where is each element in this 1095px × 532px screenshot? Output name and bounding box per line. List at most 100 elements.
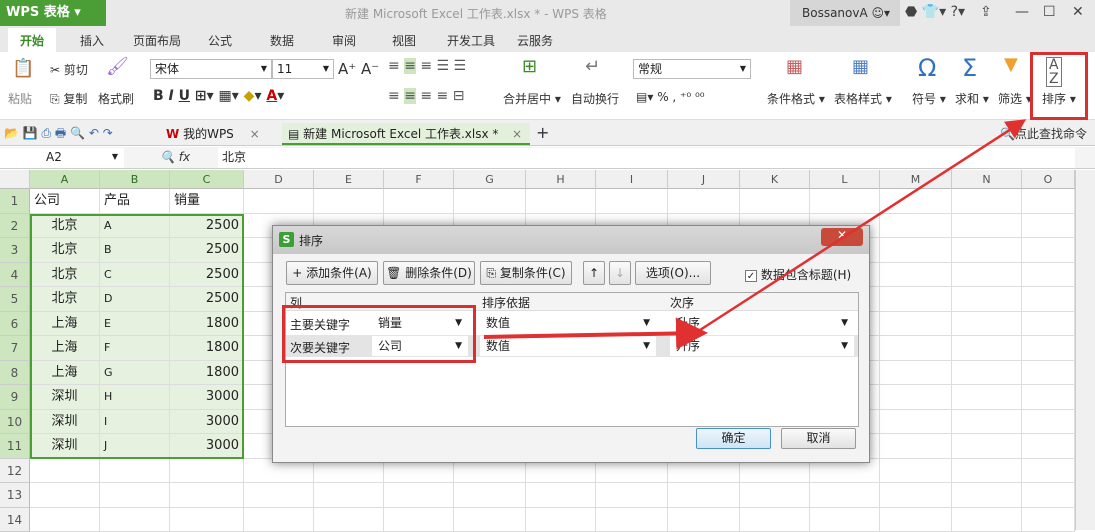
row-header[interactable]: 2 [0,214,30,239]
move-down-button[interactable]: ↓ [609,261,631,285]
basis-select[interactable]: 数值▼ [480,313,656,333]
cell[interactable]: 2500 [170,263,244,288]
has-header-checkbox[interactable]: ✓ 数据包含标题(H) [745,266,851,283]
wrap-text-button[interactable]: 自动换行 [571,90,619,107]
cell[interactable] [170,508,244,532]
cell[interactable] [810,508,880,532]
cell[interactable] [100,459,170,484]
cell[interactable] [314,508,384,532]
ok-button[interactable]: 确定 [696,428,771,449]
paste-icon[interactable]: 📋 [12,58,34,79]
paste-button[interactable]: 粘贴 [8,90,32,107]
format-painter-icon[interactable]: 🖌 [106,56,129,77]
cell[interactable] [952,459,1022,484]
conditional-format-button[interactable]: 条件格式 ▾ [767,90,825,107]
cell[interactable] [170,459,244,484]
cell[interactable]: C [100,263,170,288]
row-header[interactable]: 12 [0,459,30,484]
tab-view[interactable]: 视图 [392,32,416,49]
cell[interactable] [880,361,952,386]
column-header-M[interactable]: M [880,170,952,189]
cell[interactable] [244,483,314,508]
table-style-button[interactable]: 表格样式 ▾ [834,90,892,107]
merge-icon[interactable]: ⊞ [522,56,537,77]
cell[interactable] [526,189,596,214]
vertical-scrollbar[interactable] [1075,170,1095,530]
row-header[interactable]: 10 [0,410,30,435]
percent-button[interactable]: ▤▾ % , ⁺⁰ ⁰⁰ [636,90,705,104]
cell[interactable] [526,508,596,532]
cell[interactable]: 3000 [170,434,244,459]
cell[interactable]: 北京 [30,263,100,288]
number-format-select[interactable]: 常规▼ [633,59,751,79]
cell[interactable]: 1800 [170,336,244,361]
conditional-format-icon[interactable]: ▦ [786,56,803,77]
cell[interactable] [30,508,100,532]
filter-icon[interactable]: ▼ [1004,54,1018,75]
sigma-icon[interactable]: Σ [962,54,977,82]
cell[interactable] [952,189,1022,214]
close-button[interactable]: ✕ [1072,4,1084,20]
wrap-icon[interactable]: ↵ [585,56,600,77]
cell[interactable]: 1800 [170,361,244,386]
cell[interactable] [740,508,810,532]
cell[interactable] [596,483,668,508]
cell[interactable]: A [100,214,170,239]
tab-review[interactable]: 审阅 [332,32,356,49]
row-header[interactable]: 3 [0,238,30,263]
cell[interactable] [880,214,952,239]
tab-developer[interactable]: 开发工具 [447,32,495,49]
close-tab-icon[interactable]: × [250,127,260,141]
cell[interactable] [952,287,1022,312]
column-header-L[interactable]: L [810,170,880,189]
cell[interactable] [668,508,740,532]
horizontal-align-icons[interactable]: ≡ ≡ ≡ ≡ ⊟ [388,88,464,104]
quick-access-icons[interactable]: 📂 💾 ⎙ 🖶 🔍 ↶ ↷ [4,124,113,145]
cell[interactable] [880,483,952,508]
add-condition-button[interactable]: + 添加条件(A) [286,261,378,285]
row-header[interactable]: 7 [0,336,30,361]
column-header-J[interactable]: J [668,170,740,189]
cell[interactable] [454,508,526,532]
merge-center-button[interactable]: 合并居中 ▾ [503,90,561,107]
app-menu-button[interactable]: WPS 表格 ▾ [0,0,106,26]
column-header-F[interactable]: F [384,170,454,189]
cell[interactable] [668,483,740,508]
cell[interactable] [1022,434,1075,459]
cell[interactable] [1022,312,1075,337]
new-tab-icon[interactable]: + [536,123,549,142]
select-all-corner[interactable] [0,170,30,189]
column-header-O[interactable]: O [1022,170,1075,189]
cell[interactable] [668,189,740,214]
cell[interactable] [454,483,526,508]
cell[interactable] [100,483,170,508]
options-button[interactable]: 选项(O)... [635,261,711,285]
cell[interactable] [1022,238,1075,263]
cell[interactable]: 北京 [30,214,100,239]
cell[interactable]: 北京 [30,238,100,263]
column-header-B[interactable]: B [100,170,170,189]
cell[interactable] [30,459,100,484]
cell[interactable]: G [100,361,170,386]
cell[interactable] [1022,410,1075,435]
cell[interactable] [384,508,454,532]
order-select[interactable]: 升序▼ [670,313,854,333]
cell[interactable] [952,483,1022,508]
cell[interactable] [952,214,1022,239]
tab-page-layout[interactable]: 页面布局 [133,32,181,49]
column-header-G[interactable]: G [454,170,526,189]
cell[interactable] [1022,385,1075,410]
cell[interactable] [880,312,952,337]
tab-insert[interactable]: 插入 [80,32,104,49]
cell[interactable] [952,336,1022,361]
skin-icon[interactable]: ⬣ 👕▾ ?▾ [905,4,965,20]
cell[interactable]: 1800 [170,312,244,337]
row-header[interactable]: 5 [0,287,30,312]
cell[interactable] [1022,483,1075,508]
cell[interactable] [880,410,952,435]
cell[interactable] [952,508,1022,532]
cell[interactable] [952,410,1022,435]
column-header-N[interactable]: N [952,170,1022,189]
formula-input[interactable]: 北京 [218,148,1075,168]
cell[interactable]: 北京 [30,287,100,312]
